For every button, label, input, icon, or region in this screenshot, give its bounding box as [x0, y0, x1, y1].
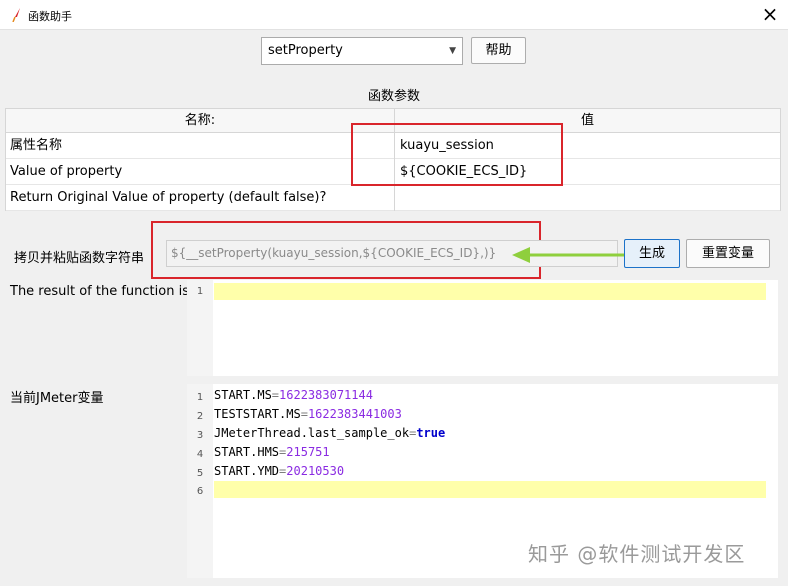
window-title: 函数助手 — [28, 10, 72, 23]
highlight-box-values — [351, 123, 563, 186]
line-number: 1 — [196, 286, 204, 297]
code-line: START.HMS=215751 — [214, 445, 330, 459]
code-line: START.YMD=20210530 — [214, 464, 344, 478]
line-number: 5 — [196, 468, 204, 479]
var-key: JMeterThread.last_sample_ok — [214, 426, 410, 440]
function-select-value: setProperty — [268, 43, 343, 58]
var-value: 20210530 — [286, 464, 345, 478]
code-line: JMeterThread.last_sample_ok=true — [214, 426, 445, 440]
param-name-cell[interactable]: Return Original Value of property (defau… — [6, 185, 394, 211]
current-line-highlight — [214, 481, 766, 498]
param-name-cell[interactable]: Value of property — [6, 159, 394, 185]
var-value: true — [416, 426, 446, 440]
var-value: 1622383071144 — [279, 388, 373, 402]
chevron-down-icon: ▼ — [449, 46, 456, 56]
annotation-arrow-icon — [512, 247, 636, 263]
line-number: 2 — [196, 411, 204, 422]
result-editor[interactable]: 1 — [187, 280, 778, 376]
column-header-name: 名称: — [6, 109, 394, 133]
equals-sign: = — [271, 388, 280, 402]
param-name-cell[interactable]: 属性名称 — [6, 133, 394, 159]
generate-button[interactable]: 生成 — [624, 239, 680, 268]
line-number: 1 — [196, 392, 204, 403]
code-line: TESTSTART.MS=1622383441003 — [214, 407, 402, 421]
parameters-section-title: 函数参数 — [367, 89, 420, 104]
close-button[interactable]: × — [756, 2, 784, 28]
var-key: TESTSTART.MS — [214, 407, 301, 421]
equals-sign: = — [300, 407, 308, 421]
watermark-text: 知乎 @软件测试开发区 — [528, 542, 746, 566]
var-key: START.HMS — [214, 445, 280, 459]
reset-variables-button[interactable]: 重置变量 — [686, 239, 770, 268]
function-select[interactable]: setProperty ▼ — [261, 37, 463, 65]
line-number: 4 — [196, 449, 204, 460]
current-line-highlight — [214, 283, 766, 300]
line-number: 3 — [196, 430, 204, 441]
param-value-cell[interactable] — [395, 185, 780, 211]
jmeter-variables-label: 当前JMeter变量 — [10, 391, 104, 406]
line-number: 6 — [196, 486, 204, 497]
code-line: START.MS=1622383071144 — [214, 388, 373, 402]
var-key: START.YMD — [214, 464, 280, 478]
result-label: The result of the function is — [10, 284, 189, 299]
var-key: START.MS — [214, 388, 272, 402]
var-value: 1622383441003 — [307, 407, 402, 421]
var-value: 215751 — [286, 445, 330, 459]
title-bar: 函数助手 × — [0, 0, 788, 30]
feather-icon — [12, 8, 20, 22]
help-button[interactable]: 帮助 — [471, 37, 526, 64]
copy-paste-label: 拷贝并粘贴函数字符串 — [14, 251, 145, 266]
